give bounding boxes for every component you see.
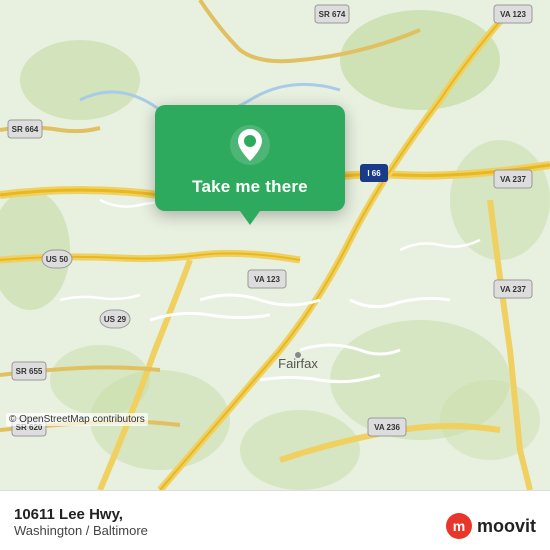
svg-text:VA 237: VA 237 [500, 285, 526, 294]
svg-text:VA 236: VA 236 [374, 423, 400, 432]
svg-text:SR 674: SR 674 [319, 10, 346, 19]
city-line: Washington / Baltimore [14, 523, 148, 538]
location-pin-icon [228, 123, 272, 167]
svg-text:VA 123: VA 123 [500, 10, 526, 19]
svg-text:VA 237: VA 237 [500, 175, 526, 184]
svg-text:VA 123: VA 123 [254, 275, 280, 284]
address-line: 10611 Lee Hwy, [14, 506, 148, 523]
bottom-bar: 10611 Lee Hwy, Washington / Baltimore m … [0, 490, 550, 550]
moovit-icon: m [445, 512, 473, 540]
svg-text:m: m [453, 518, 465, 534]
svg-text:SR 664: SR 664 [12, 125, 39, 134]
svg-text:US 29: US 29 [104, 315, 127, 324]
svg-text:I 66: I 66 [367, 169, 381, 178]
map-container: I 66 I 66 SR 674 VA 123 SR 664 US 50 VA … [0, 0, 550, 490]
moovit-text: moovit [477, 516, 536, 537]
map-attribution: © OpenStreetMap contributors [6, 413, 148, 426]
moovit-logo: m moovit [445, 512, 536, 540]
svg-text:Fairfax: Fairfax [278, 356, 318, 371]
svg-text:US 50: US 50 [46, 255, 69, 264]
popup-card[interactable]: Take me there [155, 105, 345, 211]
svg-text:SR 655: SR 655 [16, 367, 43, 376]
take-me-there-label: Take me there [192, 177, 308, 197]
